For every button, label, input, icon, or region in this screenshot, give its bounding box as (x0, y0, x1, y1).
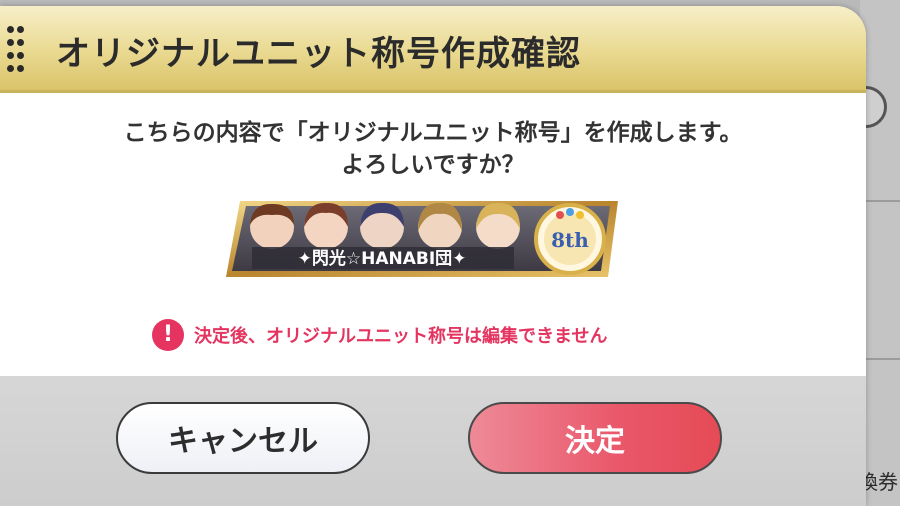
confirm-button-label: 決定 (565, 424, 625, 459)
dialog-body: こちらの内容で「オリジナルユニット称号」を作成します。 よろしいですか？ ✦閃光… (0, 93, 866, 376)
dialog-header: オリジナルユニット称号作成確認 (0, 6, 866, 93)
cancel-button[interactable]: キャンセル (116, 402, 370, 474)
unit-title-banner: ✦閃光☆HANABI団✦ 8th (226, 201, 618, 277)
cancel-button-label: キャンセル (168, 424, 318, 459)
confirm-message-line-2: よろしいですか？ (341, 152, 525, 178)
dialog-title: オリジナルユニット称号作成確認 (56, 34, 581, 74)
confirm-dialog: オリジナルユニット称号作成確認 こちらの内容で「オリジナルユニット称号」を作成し… (0, 6, 866, 506)
background-divider (862, 358, 900, 360)
warning-text: 決定後、オリジナルユニット称号は編集できません (194, 326, 608, 347)
drag-grip-icon (4, 26, 26, 72)
dialog-footer: キャンセル 決定 (0, 376, 866, 506)
background-page (860, 0, 900, 506)
confirm-message: こちらの内容で「オリジナルユニット称号」を作成します。 よろしいですか？ (0, 117, 866, 181)
background-divider (862, 200, 900, 202)
confirm-message-line-1: こちらの内容で「オリジナルユニット称号」を作成します。 (123, 120, 743, 146)
exclamation-icon: ! (152, 319, 184, 351)
warning-notice: ! 決定後、オリジナルユニット称号は編集できません (152, 319, 607, 351)
anniversary-badge-text: 8th (551, 228, 589, 252)
confirm-button[interactable]: 決定 (468, 402, 722, 474)
unit-title-name: ✦閃光☆HANABI団✦ (298, 248, 467, 269)
anniversary-badge-icon: 8th (534, 203, 606, 275)
